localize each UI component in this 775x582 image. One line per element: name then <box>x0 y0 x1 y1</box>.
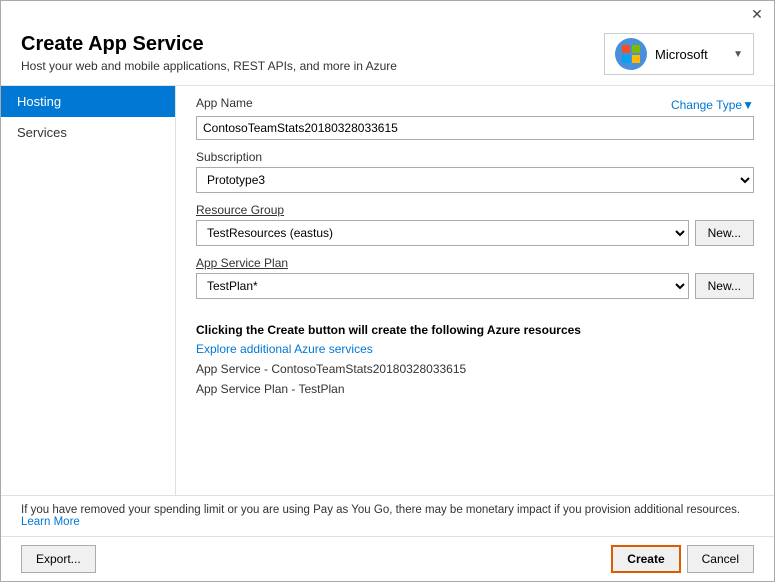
dialog-subtitle: Host your web and mobile applications, R… <box>21 59 397 73</box>
account-dropdown-arrow: ▼ <box>733 49 743 60</box>
subscription-row: Subscription Prototype3 <box>196 150 754 193</box>
app-service-plan-input-row: TestPlan* New... <box>196 273 754 299</box>
app-service-plan-label: App Service Plan <box>196 256 754 270</box>
footer-left: Export... <box>21 545 605 573</box>
info-item-1: App Service - ContosoTeamStats2018032803… <box>196 362 754 376</box>
resource-group-input-row: TestResources (eastus) New... <box>196 220 754 246</box>
app-name-header: App Name Change Type▼ <box>196 96 754 113</box>
cancel-button[interactable]: Cancel <box>687 545 754 573</box>
info-item-2: App Service Plan - TestPlan <box>196 382 754 396</box>
subscription-label: Subscription <box>196 150 754 164</box>
explore-services-link[interactable]: Explore additional Azure services <box>196 342 373 356</box>
dialog-title: Create App Service <box>21 33 397 56</box>
main-content: App Name Change Type▼ Subscription Proto… <box>176 86 774 495</box>
app-name-label: App Name <box>196 96 253 110</box>
info-section: Clicking the Create button will create t… <box>196 313 754 396</box>
resource-group-select[interactable]: TestResources (eastus) <box>196 220 689 246</box>
header-left: Create App Service Host your web and mob… <box>21 33 397 73</box>
resource-group-label: Resource Group <box>196 203 754 217</box>
account-selector[interactable]: Microsoft ▼ <box>604 33 754 75</box>
header: Create App Service Host your web and mob… <box>1 27 774 85</box>
app-service-plan-new-button[interactable]: New... <box>695 273 754 299</box>
resource-group-new-button[interactable]: New... <box>695 220 754 246</box>
footer-buttons: Export... Create Cancel <box>1 536 774 581</box>
subscription-select[interactable]: Prototype3 <box>196 167 754 193</box>
sidebar-item-hosting[interactable]: Hosting <box>1 86 175 117</box>
warning-text: If you have removed your spending limit … <box>21 504 740 516</box>
footer-warning: If you have removed your spending limit … <box>1 495 774 536</box>
change-type-link[interactable]: Change Type▼ <box>671 98 754 112</box>
learn-more-link[interactable]: Learn More <box>21 516 80 528</box>
info-heading: Clicking the Create button will create t… <box>196 323 754 337</box>
sidebar-item-services[interactable]: Services <box>1 117 175 148</box>
app-service-plan-select[interactable]: TestPlan* <box>196 273 689 299</box>
export-button[interactable]: Export... <box>21 545 96 573</box>
content-area: Hosting Services App Name Change Type▼ <box>1 86 774 495</box>
account-name: Microsoft <box>655 47 725 62</box>
app-name-input[interactable] <box>196 116 754 140</box>
close-button[interactable]: ✕ <box>748 5 766 23</box>
create-button[interactable]: Create <box>611 545 680 573</box>
resource-group-row: Resource Group TestResources (eastus) Ne… <box>196 203 754 246</box>
app-name-row: App Name Change Type▼ <box>196 96 754 140</box>
title-bar: ✕ <box>1 1 774 27</box>
sidebar: Hosting Services <box>1 86 176 495</box>
account-icon <box>615 38 647 70</box>
app-service-plan-row: App Service Plan TestPlan* New... <box>196 256 754 299</box>
dialog: ✕ Create App Service Host your web and m… <box>0 0 775 582</box>
